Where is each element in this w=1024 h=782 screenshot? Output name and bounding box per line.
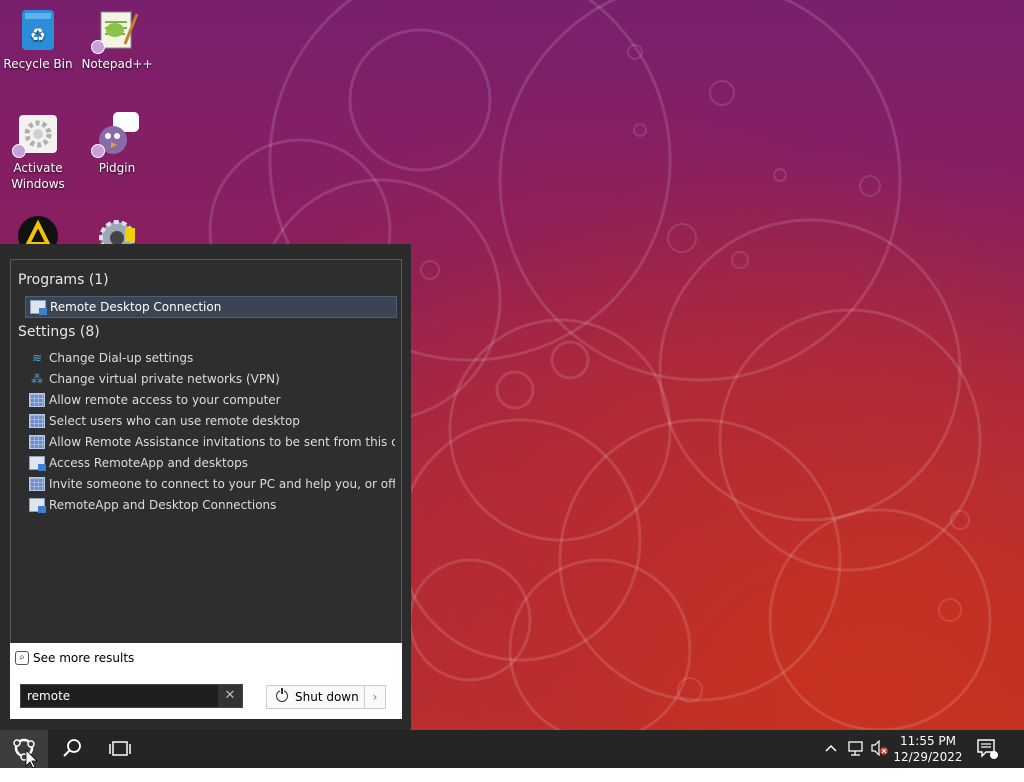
- clock-time: 11:55 PM: [900, 734, 956, 748]
- settings-header: Settings (8): [18, 324, 100, 340]
- result-remoteapp-desktop-connections[interactable]: RemoteApp and Desktop Connections: [25, 495, 395, 515]
- result-change-vpn[interactable]: ⁂ Change virtual private networks (VPN): [25, 369, 395, 389]
- shutdown-options-arrow[interactable]: ›: [364, 686, 385, 708]
- result-remote-desktop-connection[interactable]: Remote Desktop Connection: [25, 296, 397, 318]
- result-allow-remote-assistance[interactable]: Allow Remote Assistance invitations to b…: [25, 432, 395, 452]
- desktop-icon-label: Recycle Bin: [3, 57, 73, 71]
- recycle-bin-icon: ♻: [16, 8, 60, 52]
- action-center-icon: [977, 739, 998, 759]
- result-label: Select users who can use remote desktop: [49, 414, 300, 428]
- programs-header: Programs (1): [18, 272, 109, 288]
- start-button[interactable]: [0, 730, 48, 769]
- result-select-users-remote-desktop[interactable]: Select users who can use remote desktop: [25, 411, 395, 431]
- clock-date: 12/29/2022: [893, 750, 963, 764]
- network-icon: [848, 741, 863, 756]
- desktop-icon-label: Activate Windows: [11, 161, 65, 191]
- pidgin-icon: [91, 112, 139, 158]
- search-input[interactable]: [27, 687, 207, 705]
- shutdown-label: Shut down: [295, 690, 359, 704]
- remote-desktop-icon: [30, 299, 47, 315]
- desktop-icon-activate-windows[interactable]: Activate Windows: [0, 112, 76, 192]
- result-label: Access RemoteApp and desktops: [49, 456, 248, 470]
- shortcut-arrow-icon: [12, 144, 26, 158]
- desktop-icon-label: Pidgin: [98, 161, 136, 175]
- remote-desktop-icon: [29, 455, 46, 471]
- taskbar: 11:55 PM 12/29/2022: [0, 730, 1024, 769]
- result-label: Remote Desktop Connection: [50, 300, 222, 314]
- start-menu-icon: [13, 738, 38, 769]
- network-tray-button[interactable]: [847, 740, 865, 760]
- desktop-icon-label: Notepad++: [81, 57, 153, 71]
- taskbar-search-button[interactable]: [48, 730, 96, 768]
- search-icon: ⌕: [15, 650, 29, 665]
- show-hidden-icons-button[interactable]: [824, 740, 838, 760]
- control-panel-icon: [29, 413, 45, 428]
- see-more-label: See more results: [33, 651, 135, 665]
- shortcut-arrow-icon: [91, 144, 105, 158]
- svg-text:♻: ♻: [30, 25, 46, 46]
- result-access-remoteapp[interactable]: Access RemoteApp and desktops: [25, 453, 395, 473]
- desktop-icon-recycle-bin[interactable]: ♻ Recycle Bin: [0, 8, 76, 72]
- result-label: Allow Remote Assistance invitations to b…: [49, 435, 395, 449]
- result-invite-someone[interactable]: Invite someone to connect to your PC and…: [25, 474, 395, 494]
- vpn-icon: ⁂: [31, 371, 43, 386]
- control-panel-icon: [29, 434, 45, 449]
- dialup-icon: ≋: [31, 350, 43, 365]
- notepad-plus-plus-icon: [91, 8, 139, 54]
- result-label: Change Dial-up settings: [49, 351, 194, 365]
- start-menu-footer: ⌕ See more results ✕ Shut down ›: [10, 643, 402, 719]
- control-panel-icon: [29, 476, 45, 491]
- chevron-up-icon: [825, 744, 837, 752]
- clear-search-button[interactable]: ✕: [218, 685, 242, 707]
- close-icon: ✕: [224, 688, 236, 703]
- taskbar-clock[interactable]: 11:55 PM 12/29/2022: [887, 733, 969, 765]
- result-label: Allow remote access to your computer: [49, 393, 281, 407]
- control-panel-icon: [29, 392, 45, 407]
- search-results-panel: Programs (1) Remote Desktop Connection S…: [10, 259, 402, 645]
- search-icon: [63, 739, 81, 757]
- volume-muted-icon: [871, 739, 888, 757]
- shortcut-arrow-icon: [91, 40, 105, 54]
- task-view-icon: [109, 741, 131, 756]
- task-view-button[interactable]: [96, 730, 144, 768]
- volume-tray-button[interactable]: [870, 739, 888, 760]
- result-label: Invite someone to connect to your PC and…: [49, 477, 395, 491]
- desktop-icon-pidgin[interactable]: Pidgin: [79, 112, 155, 176]
- result-change-dialup-settings[interactable]: ≋ Change Dial-up settings: [25, 348, 395, 368]
- shutdown-button[interactable]: Shut down ›: [266, 685, 386, 709]
- result-label: Change virtual private networks (VPN): [49, 372, 280, 386]
- start-menu: Programs (1) Remote Desktop Connection S…: [0, 244, 411, 730]
- result-allow-remote-access[interactable]: Allow remote access to your computer: [25, 390, 395, 410]
- power-icon: [276, 688, 288, 702]
- see-more-results-link[interactable]: ⌕ See more results: [15, 650, 135, 666]
- desktop-icon-notepad-plus-plus[interactable]: Notepad++: [79, 8, 155, 72]
- search-box[interactable]: ✕: [20, 684, 243, 708]
- action-center-button[interactable]: [976, 738, 998, 764]
- activate-windows-icon: [12, 112, 60, 158]
- remote-desktop-icon: [29, 497, 46, 513]
- result-label: RemoteApp and Desktop Connections: [49, 498, 277, 512]
